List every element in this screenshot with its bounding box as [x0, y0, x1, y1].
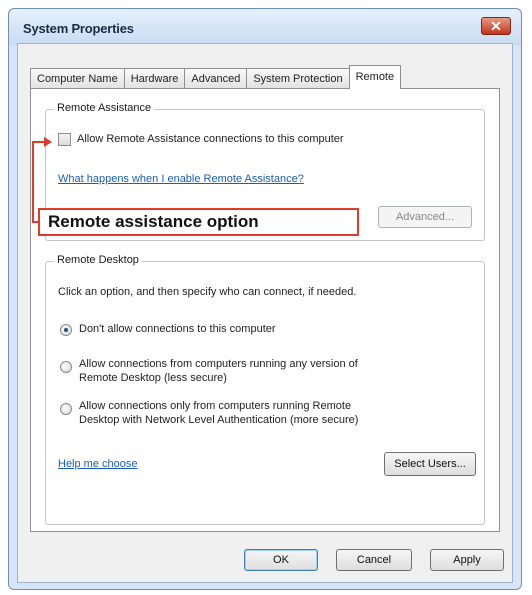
tab-system-protection[interactable]: System Protection: [246, 68, 350, 88]
callout-connector-vertical: [32, 141, 34, 223]
cancel-button[interactable]: Cancel: [336, 549, 412, 571]
window-title: System Properties: [23, 21, 134, 36]
close-icon: ✕: [490, 18, 502, 34]
callout-arrow-icon: [44, 137, 52, 147]
allow-remote-assistance-checkbox[interactable]: [58, 133, 71, 146]
remote-desktop-instructions: Click an option, and then specify who ca…: [58, 286, 357, 298]
radio-allow-nla-only-label-line1[interactable]: Allow connections only from computers ru…: [79, 400, 351, 412]
tab-remote[interactable]: Remote: [348, 65, 402, 89]
radio-allow-any-version-label-line2[interactable]: Remote Desktop (less secure): [79, 372, 227, 384]
tab-computer-name[interactable]: Computer Name: [30, 68, 125, 88]
close-button[interactable]: ✕: [481, 17, 511, 35]
radio-allow-any-version[interactable]: [60, 361, 72, 373]
tab-hardware[interactable]: Hardware: [123, 68, 186, 88]
radio-dont-allow[interactable]: [60, 324, 72, 336]
radio-dont-allow-label[interactable]: Don't allow connections to this computer: [79, 323, 276, 335]
apply-button[interactable]: Apply: [430, 549, 504, 571]
select-users-button[interactable]: Select Users...: [384, 452, 476, 476]
ok-button[interactable]: OK: [244, 549, 318, 571]
help-me-choose-link[interactable]: Help me choose: [58, 458, 138, 470]
remote-tab-panel: Remote Assistance Allow Remote Assistanc…: [30, 88, 500, 532]
remote-assistance-group-label: Remote Assistance: [54, 102, 155, 114]
tab-strip: Computer Name Hardware Advanced System P…: [30, 65, 402, 89]
advanced-button[interactable]: Advanced...: [378, 206, 472, 228]
allow-remote-assistance-label[interactable]: Allow Remote Assistance connections to t…: [77, 133, 344, 145]
radio-allow-nla-only[interactable]: [60, 403, 72, 415]
remote-desktop-group-label: Remote Desktop: [54, 254, 142, 266]
title-bar[interactable]: System Properties ✕: [9, 9, 521, 45]
remote-assistance-help-link[interactable]: What happens when I enable Remote Assist…: [58, 173, 304, 185]
radio-allow-nla-only-label-line2[interactable]: Desktop with Network Level Authenticatio…: [79, 414, 358, 426]
annotation-callout: Remote assistance option: [38, 208, 359, 236]
radio-allow-any-version-label-line1[interactable]: Allow connections from computers running…: [79, 358, 358, 370]
remote-desktop-group: Remote Desktop Click an option, and then…: [45, 254, 485, 525]
tab-advanced[interactable]: Advanced: [184, 68, 248, 88]
dialog-client-area: Computer Name Hardware Advanced System P…: [17, 43, 513, 583]
system-properties-window: System Properties ✕ Computer Name Hardwa…: [8, 8, 522, 590]
